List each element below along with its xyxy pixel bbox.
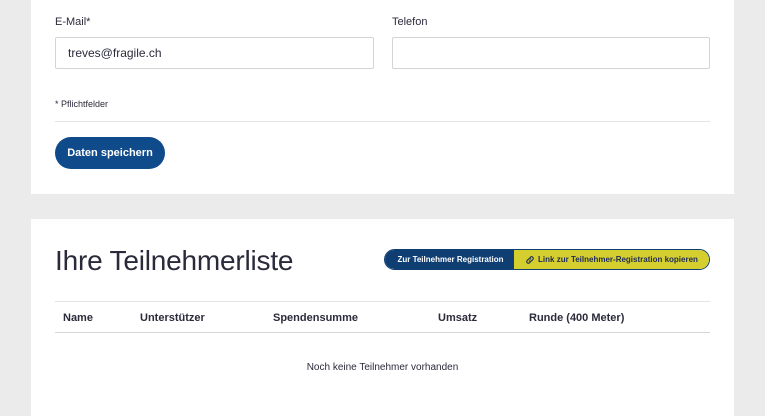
- phone-label: Telefon: [392, 16, 428, 28]
- registration-button[interactable]: Zur Teilnehmer Registration: [385, 250, 514, 269]
- link-icon: [526, 255, 534, 264]
- phone-field[interactable]: [392, 37, 710, 69]
- copy-link-button[interactable]: Link zur Teilnehmer-Registration kopiere…: [514, 250, 709, 269]
- copy-link-label: Link zur Teilnehmer-Registration kopiere…: [538, 255, 698, 264]
- save-data-button[interactable]: Daten speichern: [55, 137, 165, 169]
- participant-list-card: Ihre Teilnehmerliste Zur Teilnehmer Regi…: [31, 219, 734, 416]
- column-header-name[interactable]: Name: [63, 312, 93, 324]
- email-field[interactable]: [55, 37, 374, 69]
- column-header-supporters[interactable]: Unterstützer: [140, 312, 205, 324]
- column-header-donation-sum[interactable]: Spendensumme: [273, 312, 358, 324]
- empty-table-message: Noch keine Teilnehmer vorhanden: [306, 362, 459, 373]
- page-title: Ihre Teilnehmerliste: [55, 245, 294, 276]
- column-header-revenue[interactable]: Umsatz: [438, 312, 477, 324]
- registration-button-group: Zur Teilnehmer Registration Link zur Tei…: [384, 249, 710, 270]
- email-label: E-Mail*: [55, 16, 91, 28]
- divider: [55, 121, 710, 122]
- table-header: Name Unterstützer Spendensumme Umsatz Ru…: [55, 301, 710, 333]
- column-header-laps[interactable]: Runde (400 Meter): [529, 312, 624, 324]
- required-fields-note: * Pflichtfelder: [55, 99, 109, 109]
- contact-form-card: E-Mail* Telefon * Pflichtfelder Daten sp…: [31, 0, 734, 194]
